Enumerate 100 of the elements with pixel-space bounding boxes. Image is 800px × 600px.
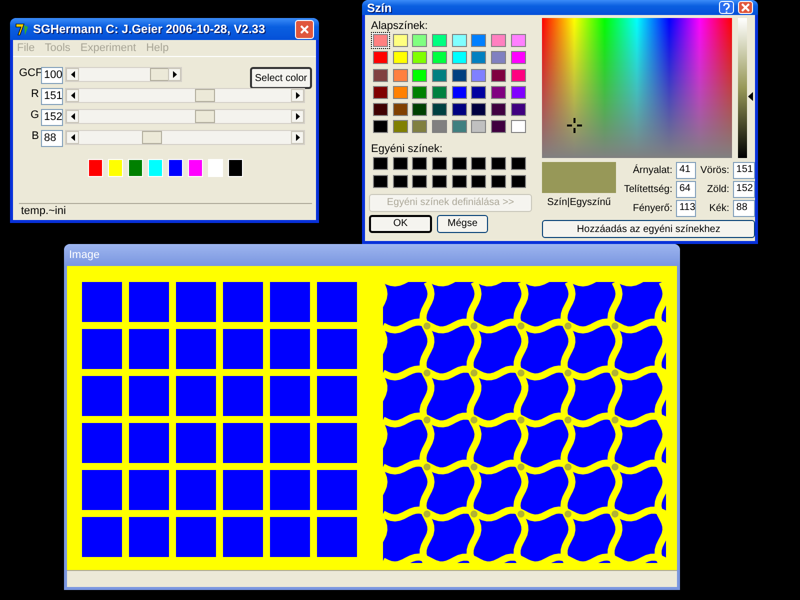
color-swatch[interactable] xyxy=(432,120,448,134)
value-field[interactable]: 113 xyxy=(676,200,696,217)
color-swatch[interactable] xyxy=(412,34,428,47)
color-swatch[interactable] xyxy=(432,86,448,99)
custom-color-swatch[interactable] xyxy=(432,157,448,170)
color-swatch[interactable] xyxy=(452,120,467,134)
slider-track[interactable] xyxy=(65,130,305,145)
color-swatch[interactable] xyxy=(510,34,526,47)
color-swatch[interactable] xyxy=(491,103,506,116)
color-swatch[interactable] xyxy=(510,86,526,99)
slider-thumb[interactable] xyxy=(150,68,170,81)
color-swatch[interactable] xyxy=(373,34,388,47)
value-field[interactable]: 151 xyxy=(41,88,63,105)
color-swatch[interactable] xyxy=(373,86,388,99)
close-button[interactable] xyxy=(738,1,753,14)
custom-color-swatch[interactable] xyxy=(373,157,388,170)
color-swatch[interactable] xyxy=(452,51,467,64)
color-swatch[interactable] xyxy=(471,34,486,47)
value-field[interactable]: 100 xyxy=(41,67,63,84)
color-swatch[interactable] xyxy=(432,34,448,47)
color-swatch[interactable] xyxy=(392,51,408,64)
custom-color-swatch[interactable] xyxy=(471,174,486,188)
slider-thumb[interactable] xyxy=(142,131,162,144)
custom-color-swatch[interactable] xyxy=(373,174,388,188)
color-swatch[interactable] xyxy=(510,103,526,116)
color-swatch[interactable] xyxy=(392,103,408,116)
cancel-button[interactable]: Mégse xyxy=(437,214,488,233)
close-button[interactable] xyxy=(295,20,314,38)
color-swatch[interactable] xyxy=(432,103,448,116)
color-swatch[interactable] xyxy=(392,34,408,47)
color-swatch[interactable] xyxy=(471,51,486,64)
color-swatch[interactable] xyxy=(452,103,467,116)
color-swatch[interactable] xyxy=(373,68,388,82)
custom-color-swatch[interactable] xyxy=(471,157,486,170)
scroll-left-button[interactable] xyxy=(66,131,79,144)
value-field[interactable]: 151 xyxy=(733,162,756,179)
color-swatch[interactable] xyxy=(412,86,428,99)
slider-track[interactable] xyxy=(65,67,182,82)
color-swatch[interactable] xyxy=(412,68,428,82)
luminance-pointer-icon[interactable] xyxy=(748,92,753,101)
scroll-right-button[interactable] xyxy=(291,89,304,102)
custom-color-swatch[interactable] xyxy=(491,157,506,170)
custom-color-swatch[interactable] xyxy=(491,174,506,188)
scroll-right-button[interactable] xyxy=(291,110,304,123)
color-swatch[interactable] xyxy=(491,34,506,47)
ok-button[interactable]: OK xyxy=(369,214,432,233)
scroll-left-button[interactable] xyxy=(66,110,79,123)
color-spectrum[interactable] xyxy=(542,18,732,158)
color-swatch[interactable] xyxy=(452,86,467,99)
color-swatch[interactable] xyxy=(412,51,428,64)
custom-color-swatch[interactable] xyxy=(510,174,526,188)
color-swatch[interactable] xyxy=(510,68,526,82)
color-swatch[interactable] xyxy=(491,86,506,99)
custom-color-swatch[interactable] xyxy=(412,157,428,170)
custom-color-swatch[interactable] xyxy=(452,157,467,170)
select-color-button[interactable]: Select color xyxy=(250,67,312,89)
color-swatch[interactable] xyxy=(432,68,448,82)
color-swatch[interactable] xyxy=(412,120,428,134)
color-swatch[interactable] xyxy=(452,68,467,82)
value-field[interactable]: 64 xyxy=(676,181,696,198)
color-swatch[interactable] xyxy=(452,34,467,47)
value-field[interactable]: 88 xyxy=(733,200,756,217)
custom-color-swatch[interactable] xyxy=(392,174,408,188)
slider-track[interactable] xyxy=(65,109,305,124)
color-swatch[interactable] xyxy=(373,103,388,116)
scroll-right-button[interactable] xyxy=(168,68,181,81)
slider-thumb[interactable] xyxy=(195,89,216,102)
value-field[interactable]: 41 xyxy=(676,162,696,179)
value-field[interactable]: 152 xyxy=(733,181,756,198)
color-swatch[interactable] xyxy=(491,51,506,64)
color-swatch[interactable] xyxy=(471,86,486,99)
color-swatch[interactable] xyxy=(392,86,408,99)
value-field[interactable]: 152 xyxy=(41,109,63,126)
color-swatch[interactable] xyxy=(491,68,506,82)
color-swatch[interactable] xyxy=(392,68,408,82)
color-swatch[interactable] xyxy=(373,120,388,134)
color-swatch[interactable] xyxy=(491,120,506,134)
color-swatch[interactable] xyxy=(432,51,448,64)
add-to-custom-colors-button[interactable]: Hozzáadás az egyéni színekhez xyxy=(542,220,756,238)
color-swatch[interactable] xyxy=(510,120,526,134)
scroll-left-button[interactable] xyxy=(66,89,79,102)
help-button[interactable] xyxy=(719,1,734,14)
custom-color-swatch[interactable] xyxy=(412,174,428,188)
luminance-bar[interactable] xyxy=(738,18,747,158)
color-swatch[interactable] xyxy=(373,51,388,64)
value-field[interactable]: 88 xyxy=(41,130,63,147)
slider-track[interactable] xyxy=(65,88,305,103)
color-swatch[interactable] xyxy=(471,103,486,116)
color-swatch[interactable] xyxy=(510,51,526,64)
color-swatch[interactable] xyxy=(471,120,486,134)
custom-color-swatch[interactable] xyxy=(452,174,467,188)
color-swatch[interactable] xyxy=(412,103,428,116)
scroll-left-button[interactable] xyxy=(66,68,79,81)
scroll-right-button[interactable] xyxy=(291,131,304,144)
custom-color-swatch[interactable] xyxy=(392,157,408,170)
color-swatch[interactable] xyxy=(392,120,408,134)
color-swatch[interactable] xyxy=(471,68,486,82)
custom-color-swatch[interactable] xyxy=(432,174,448,188)
slider-thumb[interactable] xyxy=(195,110,216,123)
custom-color-swatch[interactable] xyxy=(510,157,526,170)
